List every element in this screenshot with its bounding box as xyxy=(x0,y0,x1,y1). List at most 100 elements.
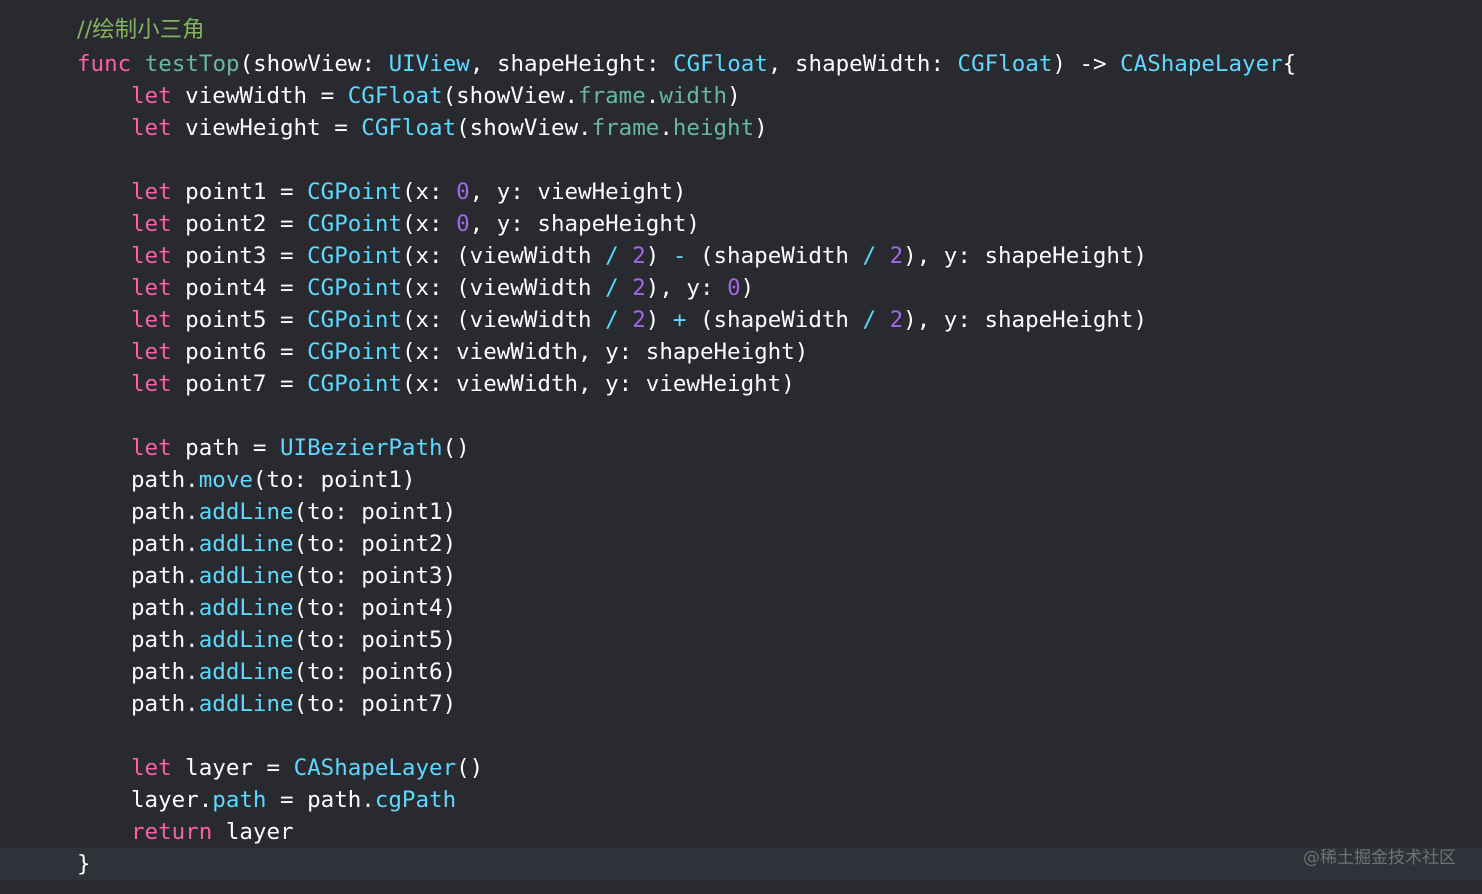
code-line[interactable]: path.addLine(to: point2) xyxy=(0,528,1482,560)
code-token: ), y: shapeHeight) xyxy=(903,243,1148,269)
code-token: ) xyxy=(740,275,755,301)
code-token: addLine xyxy=(198,627,294,653)
code-line-text: path.addLine(to: point5) xyxy=(131,624,456,656)
code-line[interactable] xyxy=(0,720,1482,752)
code-token: (to: point5) xyxy=(293,627,457,653)
code-token: (showView: xyxy=(239,51,389,77)
code-token: CGPoint xyxy=(307,211,402,237)
code-token: layer xyxy=(212,819,294,845)
code-token: (x: (viewWidth xyxy=(401,243,606,269)
code-token: CGPoint xyxy=(307,307,402,333)
code-line-text: let point4 = CGPoint(x: (viewWidth / 2),… xyxy=(131,272,754,304)
code-line[interactable]: path.move(to: point1) xyxy=(0,464,1482,496)
code-line[interactable]: let viewWidth = CGFloat(showView.frame.w… xyxy=(0,80,1482,112)
code-token: addLine xyxy=(198,659,294,685)
code-token: 2 xyxy=(632,307,646,333)
code-token: path. xyxy=(131,531,199,557)
code-token: layer = xyxy=(171,755,294,781)
code-line-text: path.move(to: point1) xyxy=(131,464,415,496)
code-token: - xyxy=(672,243,687,269)
code-line[interactable]: } xyxy=(0,848,1482,880)
code-line[interactable]: let point3 = CGPoint(x: (viewWidth / 2) … xyxy=(0,240,1482,272)
code-token: CGPoint xyxy=(307,371,402,397)
code-token: path. xyxy=(131,499,199,525)
code-line[interactable]: let layer = CAShapeLayer() xyxy=(0,752,1482,784)
code-line[interactable] xyxy=(0,400,1482,432)
code-line[interactable]: path.addLine(to: point1) xyxy=(0,496,1482,528)
code-line[interactable]: path.addLine(to: point3) xyxy=(0,560,1482,592)
code-token: , y: shapeHeight) xyxy=(469,211,700,237)
code-token: path. xyxy=(131,691,199,717)
code-line-text: let viewWidth = CGFloat(showView.frame.w… xyxy=(131,80,741,112)
code-token: 2 xyxy=(632,243,646,269)
code-token: path. xyxy=(131,595,199,621)
code-token: (to: point7) xyxy=(293,691,457,717)
code-token: CGPoint xyxy=(307,339,402,365)
code-token: let xyxy=(131,211,172,237)
code-line[interactable]: let point6 = CGPoint(x: viewWidth, y: sh… xyxy=(0,336,1482,368)
code-token: CGPoint xyxy=(307,243,402,269)
code-token: point7 = xyxy=(171,371,308,397)
code-token: CAShapeLayer xyxy=(1120,51,1283,77)
code-token: 2 xyxy=(889,243,904,269)
code-token: path. xyxy=(131,467,199,493)
code-token: addLine xyxy=(198,499,294,525)
code-token: path. xyxy=(131,627,199,653)
code-line[interactable]: path.addLine(to: point5) xyxy=(0,624,1482,656)
code-token: ) xyxy=(727,83,741,109)
code-line[interactable]: path.addLine(to: point4) xyxy=(0,592,1482,624)
code-token: (to: point1) xyxy=(293,499,457,525)
code-token: . xyxy=(659,115,673,141)
code-editor[interactable]: //绘制小三角 func testTop(showView: UIView, sh… xyxy=(0,0,1482,894)
code-line-text: layer.path = path.cgPath xyxy=(131,784,456,816)
code-line[interactable]: let point1 = CGPoint(x: 0, y: viewHeight… xyxy=(0,176,1482,208)
code-token: CGPoint xyxy=(307,179,402,205)
code-token: (showView. xyxy=(442,83,579,109)
code-line[interactable]: func testTop(showView: UIView, shapeHeig… xyxy=(0,48,1482,80)
code-token: (x: xyxy=(401,179,457,205)
code-line[interactable]: let point5 = CGPoint(x: (viewWidth / 2) … xyxy=(0,304,1482,336)
code-line-text: let viewHeight = CGFloat(showView.frame.… xyxy=(131,112,768,144)
code-line[interactable]: path.addLine(to: point6) xyxy=(0,656,1482,688)
code-token: (shapeWidth xyxy=(686,243,863,269)
code-line[interactable]: //绘制小三角 xyxy=(0,14,1482,46)
code-line[interactable]: let point4 = CGPoint(x: (viewWidth / 2),… xyxy=(0,272,1482,304)
code-line-text: path.addLine(to: point1) xyxy=(131,496,456,528)
code-line[interactable]: let point2 = CGPoint(x: 0, y: shapeHeigh… xyxy=(0,208,1482,240)
code-token: . xyxy=(645,83,660,109)
code-token: addLine xyxy=(198,531,294,557)
code-line[interactable]: layer.path = path.cgPath xyxy=(0,784,1482,816)
code-line[interactable]: let path = UIBezierPath() xyxy=(0,432,1482,464)
code-line-text: let layer = CAShapeLayer() xyxy=(131,752,483,784)
code-token: testTop xyxy=(144,51,240,77)
code-token: (showView. xyxy=(456,115,592,141)
code-line[interactable]: let point7 = CGPoint(x: viewWidth, y: vi… xyxy=(0,368,1482,400)
code-token: let xyxy=(131,243,172,269)
code-token: (x: viewWidth, y: viewHeight) xyxy=(401,371,795,397)
code-token: (x: (viewWidth xyxy=(401,275,606,301)
code-line-text: path.addLine(to: point4) xyxy=(131,592,456,624)
code-token: CGFloat xyxy=(361,115,457,141)
code-token: , y: viewHeight) xyxy=(469,179,687,205)
code-token: let xyxy=(131,755,172,781)
code-token: cgPath xyxy=(374,787,457,813)
code-token: (x: xyxy=(401,211,457,237)
code-token: viewWidth = xyxy=(171,83,348,109)
code-line-text: path.addLine(to: point3) xyxy=(131,560,456,592)
code-line[interactable]: path.addLine(to: point7) xyxy=(0,688,1482,720)
code-token: ) xyxy=(645,307,673,333)
code-token: CGFloat xyxy=(673,51,768,77)
code-line[interactable]: let viewHeight = CGFloat(showView.frame.… xyxy=(0,112,1482,144)
code-token: UIBezierPath xyxy=(280,435,443,461)
code-token: (x: (viewWidth xyxy=(401,307,606,333)
code-line[interactable]: return layer xyxy=(0,816,1482,848)
code-token: CGFloat xyxy=(957,51,1053,77)
code-token: 0 xyxy=(456,211,470,237)
code-token: () xyxy=(456,755,484,781)
code-token: point3 = xyxy=(171,243,308,269)
code-token: path = xyxy=(171,435,281,461)
code-token: (x: viewWidth, y: shapeHeight) xyxy=(401,339,809,365)
code-line[interactable] xyxy=(0,144,1482,176)
